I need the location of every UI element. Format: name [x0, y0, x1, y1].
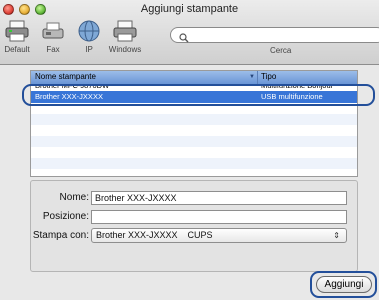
fax-icon — [40, 18, 66, 44]
default-printer-icon — [4, 18, 30, 44]
toolbar-default-label: Default — [4, 45, 30, 54]
search-input[interactable] — [170, 27, 379, 43]
sort-arrow-icon: ▼ — [249, 74, 255, 80]
search-label: Cerca — [270, 46, 292, 55]
empty-row — [31, 136, 357, 147]
toolbar: Default Fax IP Windows — [3, 18, 142, 54]
selection-callout — [22, 84, 375, 106]
print-using-value: Brother XXX-JXXXX CUPS — [96, 230, 213, 240]
location-field[interactable] — [91, 210, 347, 224]
ip-globe-icon — [76, 18, 102, 44]
empty-row — [31, 158, 357, 169]
location-label: Posizione: — [42, 211, 89, 222]
add-button[interactable]: Aggiungi — [316, 276, 372, 293]
column-header-type[interactable]: Tipo — [261, 72, 276, 81]
search-icon — [179, 30, 189, 48]
toolbar-ip-button[interactable]: IP — [75, 18, 103, 54]
column-header-name[interactable]: Nome stampante — [35, 72, 96, 81]
windows-printer-icon — [112, 18, 138, 44]
add-printer-window: Aggiungi stampante Default Fax IP Window… — [0, 0, 379, 300]
print-using-label: Stampa con: — [32, 230, 89, 241]
toolbar-ip-label: IP — [85, 45, 93, 54]
print-using-select[interactable]: Brother XXX-JXXXX CUPS ⇕ — [91, 228, 347, 243]
window-title: Aggiungi stampante — [140, 3, 239, 15]
empty-row — [31, 114, 357, 125]
printer-details-panel: Nome: Brother XXX-JXXXX Posizione: Stamp… — [30, 180, 358, 272]
toolbar-windows-label: Windows — [108, 45, 142, 54]
chevron-updown-icon: ⇕ — [333, 231, 340, 240]
toolbar-fax-button[interactable]: Fax — [39, 18, 67, 54]
title-bar: Aggiungi stampante Default Fax IP Window… — [0, 0, 379, 65]
name-field[interactable]: Brother XXX-JXXXX — [91, 191, 347, 205]
column-divider — [257, 71, 258, 84]
toolbar-default-button[interactable]: Default — [3, 18, 31, 54]
printer-list-header: Nome stampante ▼ Tipo — [31, 71, 357, 85]
toolbar-fax-label: Fax — [46, 45, 60, 54]
name-label: Nome: — [59, 192, 89, 203]
toolbar-windows-button[interactable]: Windows — [108, 18, 142, 54]
